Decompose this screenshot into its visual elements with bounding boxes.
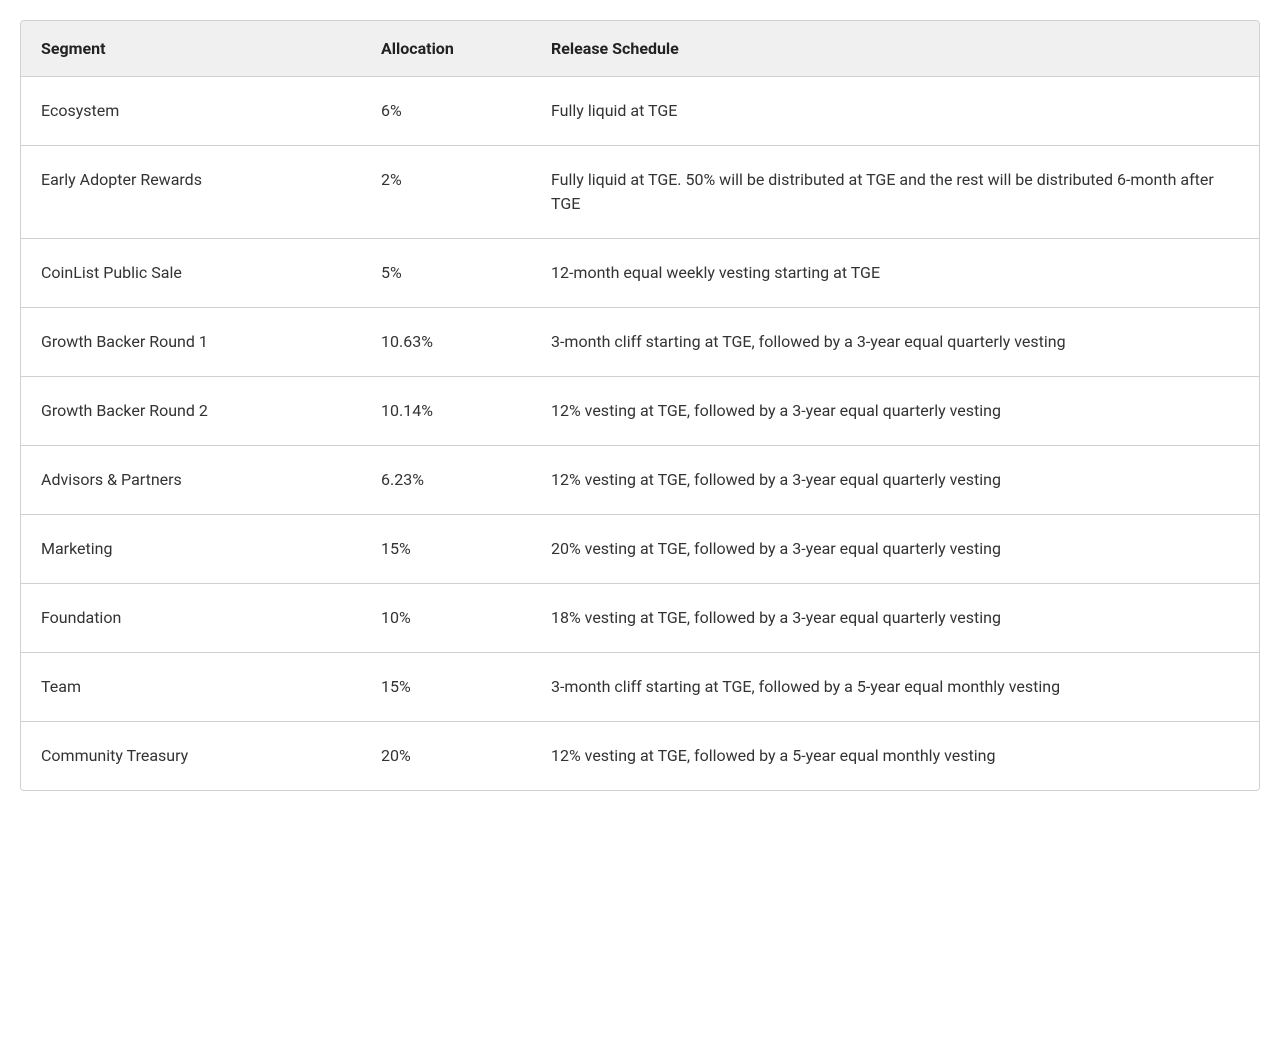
allocation-table: Segment Allocation Release Schedule Ecos… xyxy=(21,21,1259,790)
table-row: Team15%3-month cliff starting at TGE, fo… xyxy=(21,653,1259,722)
cell-release-schedule: 3-month cliff starting at TGE, followed … xyxy=(531,653,1259,722)
table-row: Marketing15%20% vesting at TGE, followed… xyxy=(21,515,1259,584)
cell-segment: Growth Backer Round 2 xyxy=(21,377,361,446)
table-header-row: Segment Allocation Release Schedule xyxy=(21,21,1259,77)
cell-release-schedule: 12% vesting at TGE, followed by a 3-year… xyxy=(531,446,1259,515)
cell-segment: Advisors & Partners xyxy=(21,446,361,515)
cell-segment: Growth Backer Round 1 xyxy=(21,308,361,377)
cell-release-schedule: 12% vesting at TGE, followed by a 3-year… xyxy=(531,377,1259,446)
table-row: Ecosystem6%Fully liquid at TGE xyxy=(21,77,1259,146)
cell-release-schedule: 3-month cliff starting at TGE, followed … xyxy=(531,308,1259,377)
cell-release-schedule: 12% vesting at TGE, followed by a 5-year… xyxy=(531,722,1259,791)
cell-segment: Community Treasury xyxy=(21,722,361,791)
cell-allocation: 20% xyxy=(361,722,531,791)
cell-release-schedule: Fully liquid at TGE xyxy=(531,77,1259,146)
table-row: CoinList Public Sale5%12-month equal wee… xyxy=(21,239,1259,308)
cell-segment: CoinList Public Sale xyxy=(21,239,361,308)
cell-segment: Foundation xyxy=(21,584,361,653)
cell-release-schedule: 18% vesting at TGE, followed by a 3-year… xyxy=(531,584,1259,653)
cell-allocation: 15% xyxy=(361,653,531,722)
cell-segment: Ecosystem xyxy=(21,77,361,146)
table-row: Community Treasury20%12% vesting at TGE,… xyxy=(21,722,1259,791)
cell-allocation: 6% xyxy=(361,77,531,146)
table-row: Growth Backer Round 210.14%12% vesting a… xyxy=(21,377,1259,446)
cell-release-schedule: Fully liquid at TGE. 50% will be distrib… xyxy=(531,146,1259,239)
table-row: Early Adopter Rewards2%Fully liquid at T… xyxy=(21,146,1259,239)
cell-allocation: 5% xyxy=(361,239,531,308)
header-allocation: Allocation xyxy=(361,21,531,77)
cell-segment: Early Adopter Rewards xyxy=(21,146,361,239)
header-segment: Segment xyxy=(21,21,361,77)
cell-segment: Marketing xyxy=(21,515,361,584)
table-row: Foundation10%18% vesting at TGE, followe… xyxy=(21,584,1259,653)
table-row: Growth Backer Round 110.63%3-month cliff… xyxy=(21,308,1259,377)
cell-allocation: 10.63% xyxy=(361,308,531,377)
cell-allocation: 15% xyxy=(361,515,531,584)
cell-segment: Team xyxy=(21,653,361,722)
cell-allocation: 10% xyxy=(361,584,531,653)
cell-release-schedule: 12-month equal weekly vesting starting a… xyxy=(531,239,1259,308)
cell-allocation: 6.23% xyxy=(361,446,531,515)
cell-allocation: 10.14% xyxy=(361,377,531,446)
cell-allocation: 2% xyxy=(361,146,531,239)
header-release-schedule: Release Schedule xyxy=(531,21,1259,77)
cell-release-schedule: 20% vesting at TGE, followed by a 3-year… xyxy=(531,515,1259,584)
table-row: Advisors & Partners6.23%12% vesting at T… xyxy=(21,446,1259,515)
allocation-table-container: Segment Allocation Release Schedule Ecos… xyxy=(20,20,1260,791)
